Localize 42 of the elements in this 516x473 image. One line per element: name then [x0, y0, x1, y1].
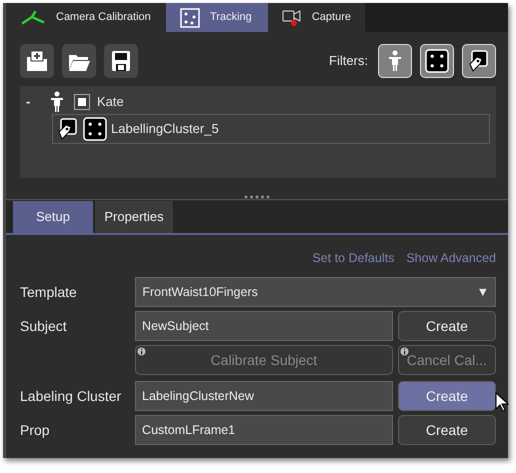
new-button[interactable]: [20, 44, 54, 78]
dice-icon: [180, 8, 200, 28]
expand-toggle[interactable]: -: [26, 92, 40, 112]
tab[interactable]: Properties: [95, 201, 173, 232]
cursor-icon: [495, 392, 509, 412]
node-graph-icon: [20, 10, 46, 24]
open-button[interactable]: [62, 44, 96, 78]
checkbox[interactable]: [74, 94, 90, 110]
subject-filter-button[interactable]: [378, 44, 412, 78]
input-field[interactable]: NewSubject: [135, 311, 393, 342]
field-label: Template: [20, 282, 78, 302]
new-folder-icon: [25, 49, 49, 73]
tag-icon: [468, 50, 490, 72]
template-dropdown[interactable]: FrontWaist10Fingers ▼: [135, 277, 496, 308]
cluster-filter-button[interactable]: [420, 44, 454, 78]
tab[interactable]: Capture: [268, 3, 365, 32]
filters-label: Filters:: [329, 52, 368, 70]
info-icon: [137, 347, 146, 356]
link[interactable]: Show Advanced: [406, 248, 496, 268]
create-button[interactable]: Create: [398, 415, 496, 446]
input-field[interactable]: LabelingClusterNew: [135, 381, 393, 412]
link[interactable]: Set to Defaults: [312, 248, 394, 268]
save-button[interactable]: [104, 44, 138, 78]
field-label: Subject: [20, 316, 68, 336]
tree-row[interactable]: LabellingCluster_5: [52, 114, 490, 144]
field-label: Labeling Cluster: [20, 386, 122, 406]
field-label: Prop: [20, 420, 51, 440]
tree-item-label: Kate: [97, 93, 124, 112]
info-icon: [400, 347, 409, 356]
splitter-handle-icon: [244, 195, 270, 199]
tab[interactable]: Camera Calibration: [6, 3, 166, 32]
dice-icon: [83, 117, 107, 141]
save-icon: [109, 49, 133, 73]
tab[interactable]: Tracking: [166, 3, 268, 32]
dice-icon: [425, 49, 449, 73]
tab[interactable]: Setup: [13, 201, 93, 232]
video-camera-icon: [282, 8, 302, 26]
tag-icon: [57, 118, 79, 140]
create-button[interactable]: Create: [398, 311, 496, 342]
input-field[interactable]: CustomLFrame1: [135, 415, 393, 446]
prop-filter-button[interactable]: [462, 44, 496, 78]
caret-icon: ▼: [476, 282, 489, 302]
